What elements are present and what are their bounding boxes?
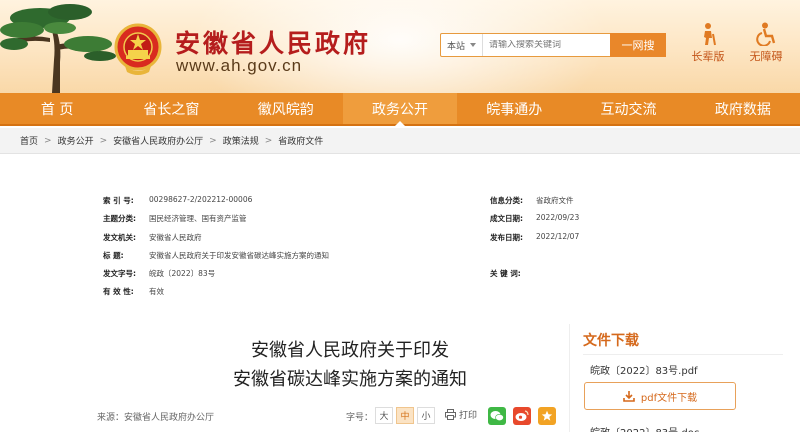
breadcrumb: 首页 > 政务公开 > 安徽省人民政府办公厅 > 政策法规 > 省政府文件 <box>0 128 800 154</box>
document-meta-bar: 来源：安徽省人民政府办公厅 字号： 大 中 小 打印 <box>97 407 557 425</box>
breadcrumb-separator: > <box>264 135 273 146</box>
info-row-docno: 发文字号: 皖政〔2022〕83号 <box>103 269 216 278</box>
breadcrumb-policy[interactable]: 政策法规 <box>223 134 259 147</box>
download-panel: 文件下载 皖政〔2022〕83号.pdf pdf文件下载 皖政〔2022〕83号… <box>569 324 800 432</box>
download-icon <box>623 391 635 402</box>
info-row-category: 信息分类: 省政府文件 <box>490 196 574 205</box>
star-icon <box>541 410 553 421</box>
download-panel-divider <box>583 354 783 355</box>
printer-icon <box>445 409 456 420</box>
font-size-medium-button[interactable]: 中 <box>396 407 414 424</box>
search-scope-select[interactable]: 本站 <box>441 34 484 56</box>
search-button[interactable]: 一网搜 <box>610 32 666 57</box>
document-title-line2: 安徽省碳达峰实施方案的通知 <box>233 369 467 390</box>
info-row-topic: 主题分类: 国民经济管理、国有资产监管 <box>103 214 247 223</box>
print-button[interactable]: 打印 <box>445 408 477 421</box>
document-source: 来源：安徽省人民政府办公厅 <box>97 413 215 423</box>
accessibility-label: 无障碍 <box>749 50 783 63</box>
breadcrumb-office[interactable]: 安徽省人民政府办公厅 <box>113 134 203 147</box>
national-emblem-icon <box>114 23 162 75</box>
breadcrumb-separator: > <box>44 135 52 146</box>
document-title: 安徽省人民政府关于印发 安徽省碳达峰实施方案的通知 <box>150 336 550 394</box>
info-row-created: 成文日期: 2022/09/23 <box>490 213 580 223</box>
accessibility-icon <box>756 22 776 46</box>
pine-tree-icon <box>0 4 116 93</box>
share-favorite-button[interactable] <box>538 407 556 425</box>
pdf-download-button[interactable]: pdf文件下载 <box>584 382 736 410</box>
breadcrumb-separator: > <box>209 135 217 146</box>
font-size-large-button[interactable]: 大 <box>375 407 393 424</box>
nav-item-interaction[interactable]: 互动交流 <box>571 93 685 124</box>
font-size-label: 字号： <box>346 413 374 423</box>
breadcrumb-current[interactable]: 省政府文件 <box>278 134 323 147</box>
nav-item-culture[interactable]: 徽风皖韵 <box>229 93 343 124</box>
search-bar: 本站 一网搜 <box>440 32 666 57</box>
document-title-line1: 安徽省人民政府关于印发 <box>251 340 449 361</box>
search-input[interactable] <box>483 40 610 50</box>
breadcrumb-home[interactable]: 首页 <box>20 134 38 147</box>
accessibility-button[interactable]: 无障碍 <box>743 22 789 64</box>
elder-icon <box>704 23 716 46</box>
wechat-icon <box>490 411 504 422</box>
nav-item-services[interactable]: 皖事通办 <box>457 93 571 124</box>
info-row-index: 索 引 号: 00298627-2/202212-00006 <box>103 195 253 205</box>
nav-item-home[interactable]: 首 页 <box>0 93 114 124</box>
elder-mode-button[interactable]: 长辈版 <box>685 22 731 64</box>
site-name[interactable]: 安徽省人民政府 <box>175 24 371 60</box>
info-row-keywords: 关 键 词: <box>490 269 521 278</box>
share-wechat-button[interactable] <box>488 407 506 425</box>
info-row-published: 发布日期: 2022/12/07 <box>490 232 580 242</box>
breadcrumb-separator: > <box>99 135 108 146</box>
print-label: 打印 <box>459 411 478 421</box>
weibo-icon <box>515 410 529 421</box>
download-panel-title: 文件下载 <box>583 333 639 349</box>
info-row-issuer: 发文机关: 安徽省人民政府 <box>103 233 202 242</box>
pdf-download-label: pdf文件下载 <box>640 392 698 404</box>
main-nav: 首 页 省长之窗 徽风皖韵 政务公开 皖事通办 互动交流 政府数据 <box>0 93 800 126</box>
site-url: www.ah.gov.cn <box>176 56 303 75</box>
chevron-down-icon <box>470 43 477 47</box>
elder-mode-label: 长辈版 <box>691 50 725 63</box>
breadcrumb-gov-affairs[interactable]: 政务公开 <box>58 134 94 147</box>
search-scope-label: 本站 <box>447 41 466 52</box>
download-file-pdf-link[interactable]: 皖政〔2022〕83号.pdf <box>590 362 698 377</box>
nav-item-gov-affairs[interactable]: 政务公开 <box>342 93 458 126</box>
nav-item-data[interactable]: 政府数据 <box>686 93 800 124</box>
nav-item-governor[interactable]: 省长之窗 <box>114 93 228 124</box>
download-file-doc-link[interactable]: 皖政〔2022〕83号.doc <box>590 424 699 432</box>
font-size-small-button[interactable]: 小 <box>417 407 435 424</box>
share-weibo-button[interactable] <box>513 407 531 425</box>
site-header: 安徽省人民政府 www.ah.gov.cn 本站 一网搜 长辈版 无障碍 <box>0 0 800 93</box>
info-row-title: 标 题: 安徽省人民政府关于印发安徽省碳达峰实施方案的通知 <box>103 251 329 260</box>
info-row-validity: 有 效 性: 有效 <box>103 287 164 296</box>
